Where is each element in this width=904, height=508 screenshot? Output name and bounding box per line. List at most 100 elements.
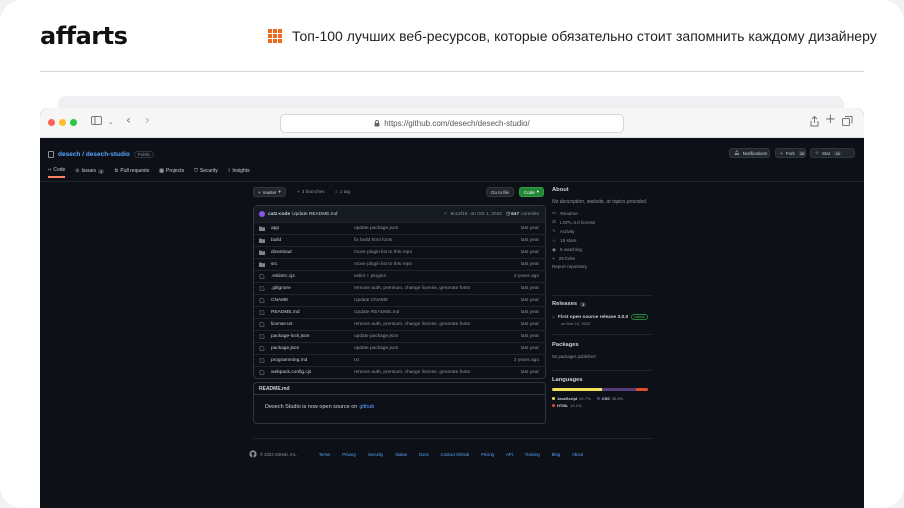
- file-name[interactable]: license.txt: [271, 322, 292, 327]
- file-name[interactable]: programming.md: [271, 358, 307, 363]
- footer-link[interactable]: Training: [525, 452, 540, 457]
- commit-message[interactable]: update package.json: [354, 334, 398, 339]
- commit-message[interactable]: move plugin list to this repo: [354, 262, 412, 267]
- pull-request-icon: ⇅: [114, 168, 119, 174]
- readme-title[interactable]: README.md: [259, 386, 290, 392]
- code-icon: ‹›: [48, 167, 52, 173]
- close-window-dot[interactable]: [48, 119, 55, 126]
- readme-link[interactable]: github: [359, 404, 374, 410]
- release-item[interactable]: ⌂ First open source release 3.0.0 Latest: [552, 314, 662, 320]
- commit-message[interactable]: Update README.md: [354, 310, 399, 315]
- tab-security[interactable]: ⛉ Security: [194, 167, 218, 178]
- file-row[interactable]: .gitignore remove auth, premium, change l…: [254, 282, 545, 294]
- file-row[interactable]: package-lock.json update package.json last…: [254, 330, 545, 342]
- tab-insights[interactable]: ⌇ Insights: [228, 167, 250, 178]
- file-name[interactable]: app: [271, 226, 279, 231]
- tags-link[interactable]: ⌂ 1 tag: [335, 189, 350, 194]
- footer-link[interactable]: Privacy: [342, 452, 356, 457]
- footer-link[interactable]: Status: [395, 452, 407, 457]
- commit-message[interactable]: fix build html fonts: [354, 238, 392, 243]
- affarts-logo[interactable]: affarts: [40, 22, 128, 50]
- commit-message[interactable]: txt: [354, 358, 359, 363]
- commit-message[interactable]: eslint + plugins: [354, 274, 386, 279]
- address-bar[interactable]: https://github.com/desech/desech-studio/: [280, 114, 624, 133]
- star-button[interactable]: ☆ Star 18: [810, 148, 855, 158]
- about-item[interactable]: ☆ 15 stars: [552, 238, 652, 244]
- file-name[interactable]: webpack.config.cjs: [271, 370, 311, 375]
- forward-icon[interactable]: ›: [145, 114, 150, 126]
- fork-button[interactable]: ⑂ Fork 28: [775, 148, 807, 158]
- footer-link[interactable]: Blog: [552, 452, 560, 457]
- tab-pull-requests[interactable]: ⇅ Pull requests: [114, 167, 149, 178]
- file-name[interactable]: .gitignore: [271, 286, 291, 291]
- tab-projects[interactable]: ▦ Projects: [159, 167, 184, 178]
- file-name[interactable]: src: [271, 262, 277, 267]
- language-dot: [552, 404, 555, 407]
- commit-message[interactable]: remove auth, premium, change license, ge…: [354, 286, 470, 291]
- file-row[interactable]: CNAME Update CNAME last year: [254, 294, 545, 306]
- new-tab-icon[interactable]: +: [825, 113, 836, 126]
- file-name[interactable]: package.json: [271, 346, 299, 351]
- repo-name[interactable]: desech / desech-studio: [58, 151, 130, 158]
- commit-message[interactable]: Update CNAME: [354, 298, 388, 303]
- footer-link[interactable]: About: [572, 452, 583, 457]
- language-bar-segment: [602, 388, 637, 391]
- about-item[interactable]: ◉ 6 watching: [552, 247, 652, 253]
- footer-link[interactable]: API: [506, 452, 513, 457]
- branches-link[interactable]: ⑂ 3 branches: [297, 189, 325, 194]
- about-item[interactable]: ⑂ 28 forks: [552, 256, 652, 261]
- footer-link[interactable]: Security: [368, 452, 383, 457]
- file-name[interactable]: download: [271, 250, 292, 255]
- language-dot: [596, 397, 600, 400]
- commit-message[interactable]: remove auth, premium, change license, ge…: [354, 370, 470, 375]
- file-row[interactable]: app update package.json last year: [254, 222, 545, 234]
- file-row[interactable]: download move plugin list to this repo las…: [254, 246, 545, 258]
- file-name[interactable]: build: [271, 238, 281, 243]
- branch-select[interactable]: ⑂ master ▾: [253, 187, 286, 197]
- go-to-file-button[interactable]: Go to file: [486, 187, 515, 197]
- commit-message[interactable]: remove auth, premium, change license, ge…: [354, 322, 470, 327]
- tab-code[interactable]: ‹› Code: [48, 167, 66, 178]
- footer-link[interactable]: Contact GitHub: [441, 452, 470, 457]
- tab-issues[interactable]: ⊙ Issues 3: [75, 167, 105, 178]
- shield-icon: ⛉: [194, 168, 198, 174]
- maximize-window-dot[interactable]: [70, 119, 77, 126]
- file-row[interactable]: programming.md txt 2 years ago: [254, 354, 545, 366]
- report-link[interactable]: Report repository: [552, 264, 652, 269]
- share-icon[interactable]: [810, 115, 819, 131]
- file-name[interactable]: package-lock.json: [271, 334, 309, 339]
- footer-link[interactable]: Docs: [419, 452, 429, 457]
- file-row[interactable]: package.json update package.json last year: [254, 342, 545, 354]
- back-icon[interactable]: ‹: [126, 114, 131, 126]
- file-row[interactable]: src move plugin list to this repo last yea…: [254, 258, 545, 270]
- footer-link[interactable]: Terms: [319, 452, 330, 457]
- language-item[interactable]: CSS 35.8%: [596, 396, 623, 401]
- file-name[interactable]: README.md: [271, 310, 300, 315]
- footer-link[interactable]: Pricing: [481, 452, 494, 457]
- code-button[interactable]: Code ▾: [519, 187, 545, 197]
- tabs-overview-icon[interactable]: [842, 116, 853, 131]
- file-name[interactable]: CNAME: [271, 298, 288, 303]
- language-item[interactable]: HTML 12.1%: [552, 403, 581, 408]
- file-icon: [259, 370, 265, 375]
- minimize-window-dot[interactable]: [59, 119, 66, 126]
- file-name[interactable]: .eslintrc.cjs: [271, 274, 295, 279]
- file-row[interactable]: license.txt remove auth, premium, change …: [254, 318, 545, 330]
- language-bar-segment: [636, 388, 648, 391]
- file-row[interactable]: README.md Update README.md last year: [254, 306, 545, 318]
- commit-message[interactable]: update package.json: [354, 346, 398, 351]
- about-item[interactable]: ⚖ LGPL-3.0 license: [552, 219, 652, 225]
- sidebar-icon[interactable]: [91, 116, 102, 129]
- about-item[interactable]: ∿ Activity: [552, 228, 652, 234]
- commit-message[interactable]: update package.json: [354, 226, 398, 231]
- file-row[interactable]: build fix build html fonts last year: [254, 234, 545, 246]
- language-item[interactable]: JavaScript 52.7%: [552, 396, 591, 401]
- commit-message[interactable]: move plugin list to this repo: [354, 250, 412, 255]
- file-row[interactable]: webpack.config.cjs remove auth, premium, …: [254, 366, 545, 378]
- about-item[interactable]: ▭ Readme: [552, 210, 652, 216]
- file-row[interactable]: .eslintrc.cjs eslint + plugins 2 years ago: [254, 270, 545, 282]
- chevron-down-icon[interactable]: ⌄: [108, 116, 114, 128]
- notifications-button[interactable]: 🔔︎ Notifications: [729, 148, 770, 158]
- packages-title[interactable]: Packages: [552, 342, 652, 348]
- releases-title[interactable]: Releases: [552, 301, 577, 307]
